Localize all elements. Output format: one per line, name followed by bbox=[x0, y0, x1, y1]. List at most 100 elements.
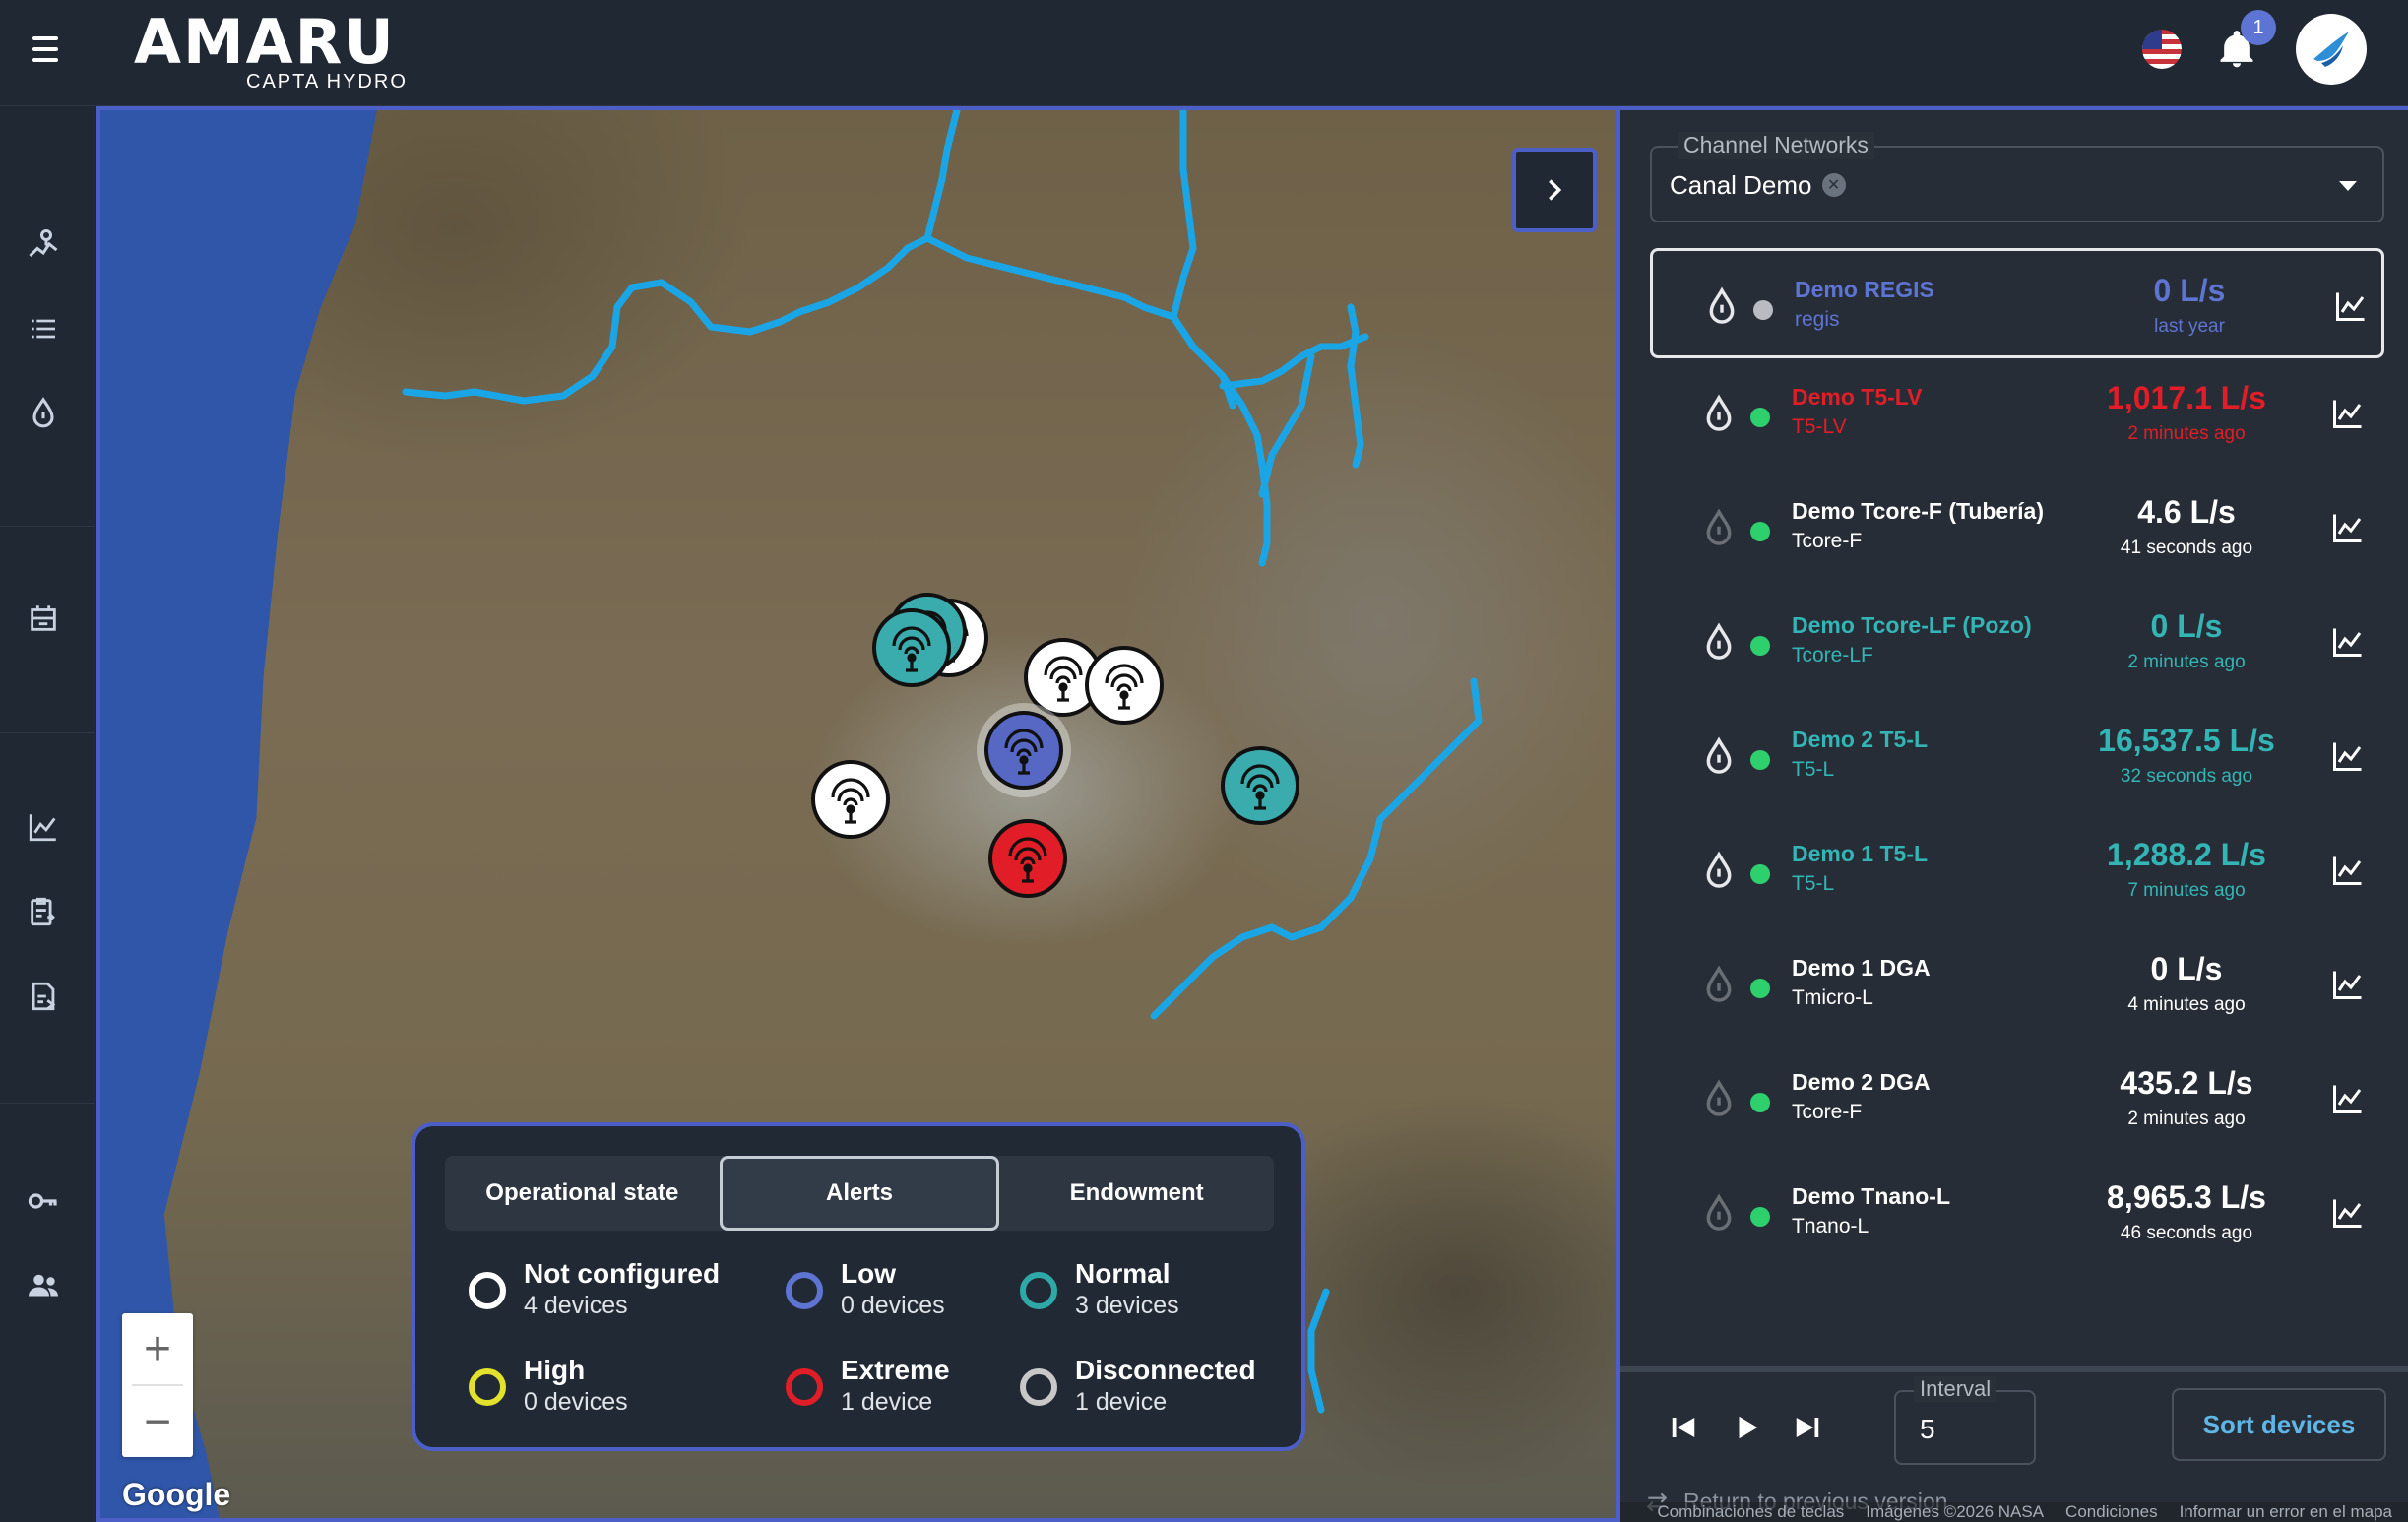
water-drop-icon bbox=[1706, 965, 1732, 1002]
hamburger-menu-icon[interactable] bbox=[26, 30, 65, 69]
map-device-marker[interactable] bbox=[872, 608, 951, 687]
device-row[interactable]: Demo 2 T5-L T5-L 16,537.5 L/s 32 seconds ag… bbox=[1650, 701, 2384, 811]
app-root: AMARU CAPTA HYDRO 1 + − Google Operation… bbox=[0, 0, 2408, 1522]
line-chart-icon[interactable] bbox=[2329, 510, 2367, 545]
device-last-update: 4 minutes ago bbox=[2127, 994, 2246, 1015]
line-chart-icon[interactable] bbox=[2329, 853, 2367, 888]
map-device-marker[interactable] bbox=[988, 819, 1067, 898]
zoom-controls: + − bbox=[122, 1313, 193, 1457]
device-code: regis bbox=[1795, 308, 1840, 331]
tab-endowment[interactable]: Endowment bbox=[999, 1156, 1274, 1231]
top-bar: AMARU CAPTA HYDRO 1 bbox=[0, 0, 2408, 106]
line-chart-icon[interactable] bbox=[2329, 967, 2367, 1002]
device-row[interactable]: Demo 1 T5-L T5-L 1,288.2 L/s 7 minutes ago bbox=[1650, 815, 2384, 925]
device-row[interactable]: Demo 1 DGA Tmicro-L 0 L/s 4 minutes ago bbox=[1650, 929, 2384, 1040]
line-chart-icon[interactable] bbox=[2329, 738, 2367, 774]
key-icon[interactable] bbox=[24, 1181, 63, 1221]
line-chart-icon[interactable] bbox=[2332, 288, 2370, 324]
status-dot bbox=[1750, 979, 1770, 998]
map-device-marker[interactable] bbox=[811, 760, 890, 839]
device-flow-value: 0 L/s bbox=[2150, 608, 2223, 644]
device-row[interactable]: Demo Tcore-F (Tubería) Tcore-F 4.6 L/s 41 s… bbox=[1650, 473, 2384, 583]
device-last-update: 46 seconds ago bbox=[2120, 1223, 2253, 1243]
ring-icon bbox=[786, 1368, 823, 1406]
device-row[interactable]: Demo Tcore-LF (Pozo) Tcore-LF 0 L/s 2 minut… bbox=[1650, 587, 2384, 697]
device-code: T5-L bbox=[1792, 872, 1835, 895]
zoom-out-button[interactable]: − bbox=[122, 1386, 193, 1457]
device-row[interactable]: Demo REGIS regis 0 L/s last year bbox=[1650, 248, 2384, 358]
tab-alerts[interactable]: Alerts bbox=[719, 1156, 1000, 1231]
legend-label: Normal bbox=[1075, 1258, 1171, 1289]
device-flow-value: 1,288.2 L/s bbox=[2107, 837, 2266, 872]
play-icon[interactable] bbox=[1727, 1408, 1766, 1447]
channel-chip: Canal Demo ✕ bbox=[1670, 165, 1846, 205]
ring-icon bbox=[1020, 1272, 1057, 1309]
chevron-right-icon bbox=[1549, 179, 1562, 201]
report-icon[interactable] bbox=[24, 977, 63, 1016]
water-drop-icon bbox=[1706, 508, 1732, 545]
interval-value: 5 bbox=[1920, 1414, 1935, 1444]
chip-remove-icon[interactable]: ✕ bbox=[1821, 173, 1846, 197]
device-row[interactable]: Demo 2 DGA Tcore-F 435.2 L/s 2 minutes ago bbox=[1650, 1044, 2384, 1154]
sort-devices-button[interactable]: Sort devices bbox=[2172, 1388, 2386, 1461]
zoom-in-button[interactable]: + bbox=[122, 1313, 193, 1384]
legend-item-extreme: Extreme 1 device bbox=[786, 1355, 950, 1418]
clipboard-icon[interactable] bbox=[24, 892, 63, 931]
avatar[interactable] bbox=[2296, 14, 2367, 85]
legend-label: Disconnected bbox=[1075, 1355, 1256, 1385]
legend-item-low: Low 0 devices bbox=[786, 1258, 945, 1321]
legend-item-disconnected: Disconnected 1 device bbox=[1020, 1355, 1256, 1418]
legend-label: Not configured bbox=[524, 1258, 721, 1289]
legend-count: 3 devices bbox=[1075, 1292, 1179, 1319]
device-name: Demo Tcore-LF (Pozo) bbox=[1792, 612, 2032, 638]
collapse-panel-button[interactable] bbox=[1512, 148, 1597, 232]
attribution-terms[interactable]: Condiciones bbox=[2065, 1502, 2158, 1522]
skip-back-icon[interactable] bbox=[1664, 1408, 1703, 1447]
legend-count: 0 devices bbox=[524, 1388, 628, 1416]
line-chart-icon[interactable] bbox=[2329, 1195, 2367, 1231]
interval-input[interactable]: Interval 5 bbox=[1894, 1376, 2036, 1465]
device-code: Tcore-F bbox=[1792, 530, 1863, 552]
device-name: Demo Tnano-L bbox=[1792, 1183, 1950, 1209]
line-chart-icon[interactable] bbox=[2329, 1081, 2367, 1116]
device-row[interactable]: Demo Tnano-L Tnano-L 8,965.3 L/s 46 seconds… bbox=[1650, 1158, 2384, 1268]
device-flow-value: 435.2 L/s bbox=[2120, 1065, 2253, 1101]
legend-item-not-configured: Not configured 4 devices bbox=[469, 1258, 720, 1321]
device-row[interactable]: Demo T5-LV T5-LV 1,017.1 L/s 2 minutes ago bbox=[1650, 358, 2384, 469]
attribution-shortcuts[interactable]: Combinaciones de teclas bbox=[1657, 1502, 1844, 1522]
line-chart-icon[interactable] bbox=[2329, 624, 2367, 660]
map-device-marker[interactable] bbox=[1221, 746, 1299, 825]
dropdown-caret-icon[interactable] bbox=[2339, 181, 2357, 191]
google-logo[interactable]: Google bbox=[122, 1477, 230, 1513]
sidebar bbox=[0, 106, 95, 1522]
line-chart-icon[interactable] bbox=[2329, 396, 2367, 431]
users-icon[interactable] bbox=[24, 1266, 63, 1305]
water-drop-icon[interactable] bbox=[24, 394, 63, 433]
network-device-icon[interactable] bbox=[24, 599, 63, 638]
status-dot bbox=[1750, 750, 1770, 770]
skip-forward-icon[interactable] bbox=[1788, 1408, 1827, 1447]
tab-operational-state[interactable]: Operational state bbox=[445, 1156, 720, 1231]
water-drop-icon bbox=[1706, 1079, 1732, 1116]
ring-icon bbox=[469, 1368, 506, 1406]
map-pin-icon[interactable] bbox=[24, 224, 63, 264]
legend-count: 1 device bbox=[841, 1388, 933, 1416]
device-flow-value: 16,537.5 L/s bbox=[2098, 723, 2275, 758]
channel-networks-select[interactable]: Channel Networks Canal Demo ✕ bbox=[1650, 132, 2384, 222]
legend-tabs: Operational state Alerts Endowment bbox=[445, 1156, 1274, 1231]
attribution-report[interactable]: Informar un error en el mapa bbox=[2180, 1502, 2392, 1522]
brand-logo[interactable]: AMARU CAPTA HYDRO bbox=[134, 10, 406, 94]
water-drop-icon bbox=[1709, 286, 1735, 324]
line-chart-icon[interactable] bbox=[24, 807, 63, 847]
list-icon[interactable] bbox=[24, 309, 63, 349]
status-dot bbox=[1753, 300, 1773, 320]
status-dot bbox=[1750, 408, 1770, 427]
device-flow-value: 4.6 L/s bbox=[2137, 494, 2236, 530]
ring-icon bbox=[786, 1272, 823, 1309]
us-flag-icon[interactable] bbox=[2142, 30, 2182, 69]
map-device-marker[interactable] bbox=[1085, 646, 1164, 725]
device-last-update: 7 minutes ago bbox=[2127, 880, 2246, 901]
status-dot bbox=[1750, 1093, 1770, 1112]
map-device-marker-selected[interactable] bbox=[984, 711, 1063, 790]
legend-count: 4 devices bbox=[524, 1292, 628, 1319]
